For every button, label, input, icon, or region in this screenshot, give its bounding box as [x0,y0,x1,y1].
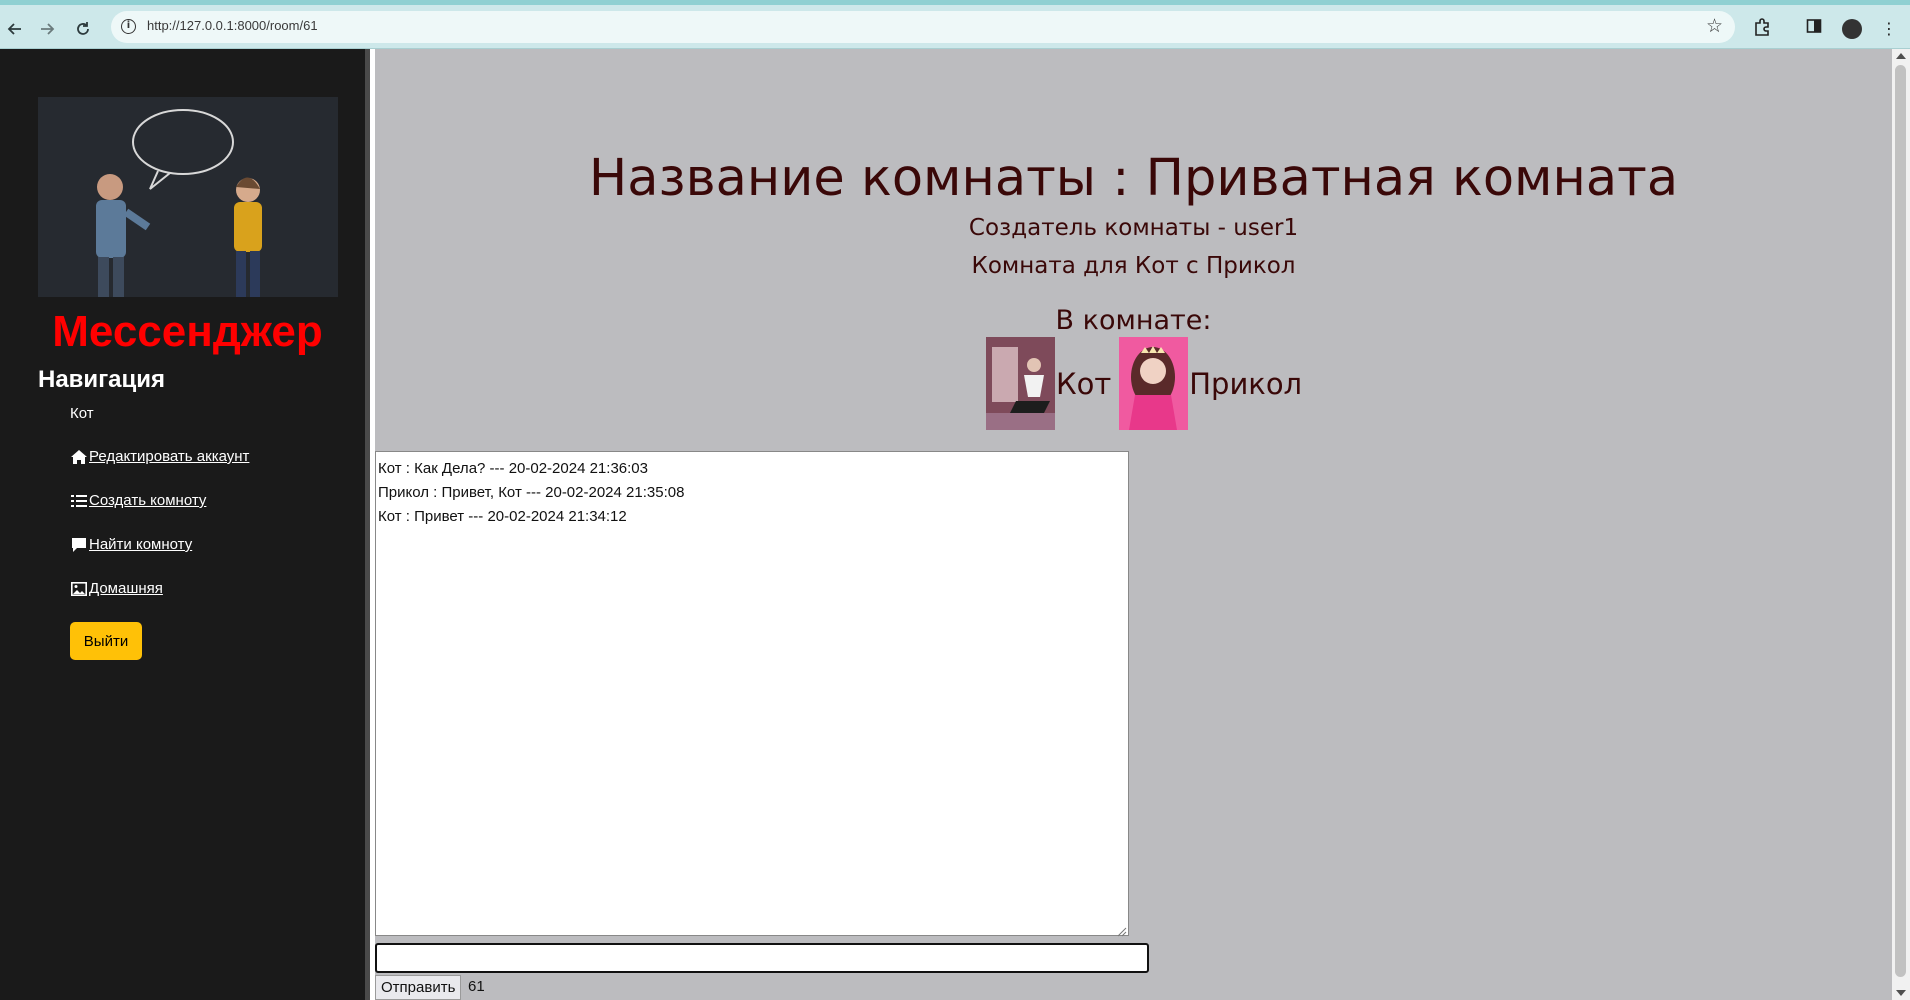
scroll-up-icon[interactable] [1896,53,1906,59]
room-main: Название комнаты : Приватная комната Соз… [375,49,1892,1000]
home-page-link[interactable]: Домашняя [70,580,163,597]
members-heading: В комнате: [1055,305,1212,336]
create-room-label: Создать комноту [89,492,207,509]
room-description: Комната для Кот с Прикол [971,253,1296,279]
kebab-menu-icon[interactable]: ⋮ [1878,18,1900,40]
back-icon[interactable] [3,17,27,41]
chat-message: Кот : Привет --- 20-02-2024 21:34:12 [378,508,627,525]
star-icon[interactable]: ☆ [1706,15,1723,37]
address-bar[interactable]: i http://127.0.0.1:8000/room/61 ☆ [111,11,1735,43]
avatar [1119,337,1189,430]
chat-message: Кот : Как Дела? --- 20-02-2024 21:36:03 [378,460,648,477]
logout-button[interactable]: Выйти [70,622,142,660]
create-room-link[interactable]: Создать комноту [70,492,206,509]
find-room-label: Найти комноту [89,536,193,553]
image-icon [70,581,88,597]
profile-avatar-icon[interactable] [1842,19,1862,39]
scrollbar-thumb[interactable] [1895,65,1906,977]
home-icon [70,449,88,465]
member-name: Кот [1056,366,1112,401]
members-list: Кот Прикол [986,337,1310,430]
app-title: Мессенджер [52,307,323,356]
nav-heading: Навигация [38,366,166,393]
url-text[interactable]: http://127.0.0.1:8000/room/61 [147,18,318,33]
scroll-down-icon[interactable] [1896,990,1906,996]
messenger-banner-image [38,97,338,297]
member-name: Прикол [1189,366,1303,401]
list-icon [70,493,88,509]
member-item: Прикол [1119,337,1302,430]
home-page-label: Домашняя [89,580,163,597]
message-input[interactable] [375,943,1149,973]
send-button[interactable]: Отправить [375,975,462,1000]
reload-icon[interactable] [71,17,95,41]
page-scrollbar[interactable] [1892,49,1910,1000]
avatar [986,337,1055,430]
chat-log[interactable]: Кот : Как Дела? --- 20-02-2024 21:36:03 … [375,451,1129,937]
room-title: Название комнаты : Приватная комната [588,149,1679,208]
room-id: 61 [468,978,485,995]
sidebar: Мессенджер Навигация Кот Редактировать а… [0,49,370,1000]
puzzle-icon[interactable] [1751,18,1773,40]
edit-account-label: Редактировать аккаунт [89,448,250,465]
chat-message: Прикол : Привет, Кот --- 20-02-2024 21:3… [378,484,685,501]
info-icon[interactable]: i [121,19,136,34]
browser-toolbar: i http://127.0.0.1:8000/room/61 ☆ ⋮ [0,0,1910,49]
room-creator: Создатель комнаты - user1 [968,215,1299,241]
current-username: Кот [70,405,94,422]
find-room-link[interactable]: Найти комноту [70,536,192,553]
member-item: Кот [986,337,1111,430]
chat-bubble-icon [70,537,88,553]
forward-icon[interactable] [35,17,59,41]
edit-account-link[interactable]: Редактировать аккаунт [70,448,249,465]
side-panel-icon[interactable] [1803,18,1825,40]
resize-grip-icon[interactable] [1117,924,1127,937]
